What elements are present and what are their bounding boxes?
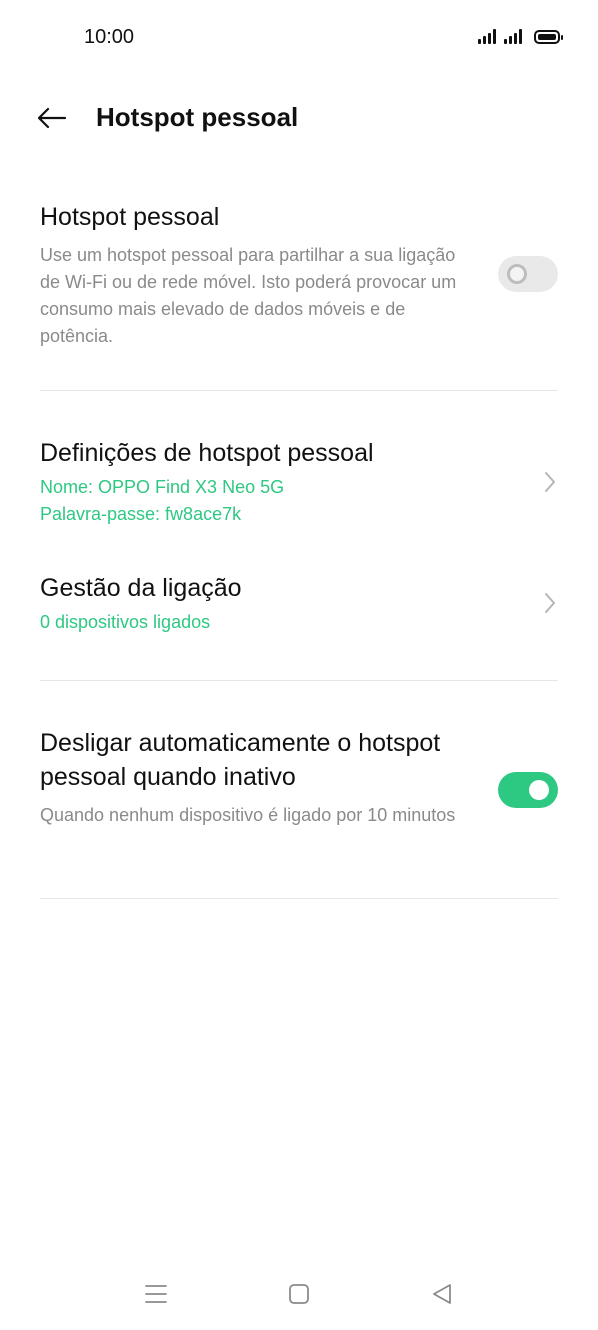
back-button[interactable] <box>28 96 76 140</box>
back-nav-button[interactable] <box>420 1272 464 1316</box>
hotspot-name: Nome: OPPO Find X3 Neo 5G <box>40 477 285 497</box>
connected-devices-count: 0 dispositivos ligados <box>40 612 211 632</box>
battery-icon <box>534 30 563 44</box>
home-button[interactable] <box>277 1272 321 1316</box>
auto-off-description: Quando nenhum dispositivo é ligado por 1… <box>40 805 456 825</box>
home-icon <box>289 1284 309 1304</box>
connection-management-title: Gestão da ligação <box>40 574 242 602</box>
connection-management-row[interactable]: Gestão da ligação 0 dispositivos ligados <box>40 571 558 636</box>
hotspot-toggle[interactable] <box>498 256 558 292</box>
signal-icon <box>504 28 522 44</box>
toggle-knob <box>507 264 527 284</box>
chevron-right-icon <box>540 467 560 497</box>
status-icons <box>478 28 563 44</box>
navigation-bar <box>0 1262 598 1322</box>
chevron-right-icon <box>540 588 560 618</box>
back-triangle-icon <box>433 1284 451 1304</box>
hotspot-settings-title: Definições de hotspot pessoal <box>40 439 374 467</box>
menu-icon <box>145 1285 167 1303</box>
hotspot-settings-row[interactable]: Definições de hotspot pessoal Nome: OPPO… <box>40 436 558 528</box>
hotspot-description: Use um hotspot pessoal para partilhar a … <box>40 245 457 346</box>
divider <box>40 898 558 899</box>
signal-icon <box>478 28 496 44</box>
auto-off-row[interactable]: Desligar automaticamente o hotspot pesso… <box>40 726 558 829</box>
arrow-left-icon <box>37 107 67 129</box>
divider <box>40 680 558 681</box>
hotspot-password: Palavra-passe: fw8ace7k <box>40 504 242 524</box>
divider <box>40 390 558 391</box>
status-time: 10:00 <box>84 26 135 48</box>
hotspot-row[interactable]: Hotspot pessoal Use um hotspot pessoal p… <box>40 200 558 350</box>
status-bar: 10:00 <box>0 0 598 76</box>
page-title: Hotspot pessoal <box>96 102 299 132</box>
hotspot-title: Hotspot pessoal <box>40 203 220 231</box>
app-bar: Hotspot pessoal <box>0 90 598 146</box>
toggle-knob <box>529 780 549 800</box>
auto-off-toggle[interactable] <box>498 772 558 808</box>
auto-off-title: Desligar automaticamente o hotspot pesso… <box>40 729 441 791</box>
menu-button[interactable] <box>134 1272 178 1316</box>
